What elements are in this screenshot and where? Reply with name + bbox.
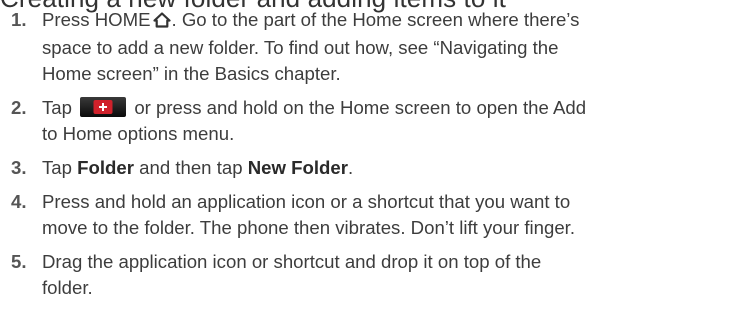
steps-list: 1. Press HOME . Go to the part of the Hom… <box>0 7 726 309</box>
step-line: Tap or press and hold on the Home screen… <box>42 95 726 121</box>
step-text: Tap <box>42 97 72 118</box>
step-text: and then tap <box>133 157 248 178</box>
step-number: 1. <box>11 9 27 30</box>
step-line: Drag the application icon or shortcut an… <box>42 251 542 272</box>
step-text: or press and hold on the Home screen to … <box>134 97 587 118</box>
step-number: 3. <box>11 157 27 178</box>
step-number: 4. <box>11 191 27 212</box>
step-text: Tap <box>42 157 78 178</box>
ui-term-folder: Folder <box>77 157 134 178</box>
step-text: Press HOME <box>42 9 151 30</box>
step-line: Press HOME . Go to the part of the Home s… <box>42 7 726 35</box>
step-item: 3. Tap Folder and then tap New Folder. <box>0 155 726 181</box>
home-icon <box>153 9 172 35</box>
step-item: 2. Tap or press and hold on the Home scr… <box>0 95 726 147</box>
add-button-icon <box>80 97 127 117</box>
step-line: Home screen” in the Basics chapter. <box>42 63 341 84</box>
step-line: Tap Folder and then tap New Folder. <box>42 155 726 181</box>
step-line: Press and hold an application icon or a … <box>42 191 571 212</box>
step-item: 1. Press HOME . Go to the part of the Hom… <box>0 7 726 87</box>
step-item: 4. Press and hold an application icon or… <box>0 189 726 241</box>
ui-term-new-folder: New Folder <box>247 157 348 178</box>
step-item: 5. Drag the application icon or shortcut… <box>0 249 726 301</box>
step-line: to Home options menu. <box>42 123 235 144</box>
step-line: folder. <box>42 277 93 298</box>
step-line: space to add a new folder. To find out h… <box>42 37 559 58</box>
step-number: 5. <box>11 251 27 272</box>
add-plus-icon <box>93 100 113 114</box>
step-text: . <box>347 157 354 178</box>
step-number: 2. <box>11 97 27 118</box>
step-text: . Go to the part of the Home screen wher… <box>171 9 580 30</box>
step-line: move to the folder. The phone then vibra… <box>42 217 575 238</box>
